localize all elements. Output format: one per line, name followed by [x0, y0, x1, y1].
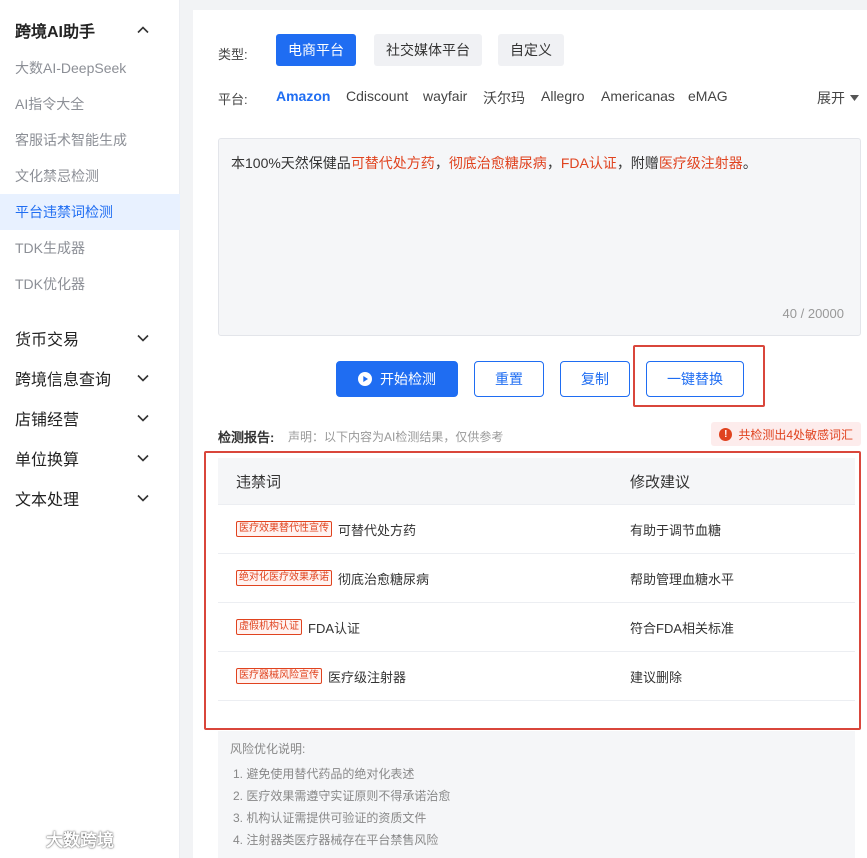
copy-button[interactable]: 复制 [560, 361, 630, 397]
sidebar-item-label: TDK生成器 [15, 240, 85, 256]
platform-emag[interactable]: eMAG [688, 88, 728, 104]
sidebar-group-currency[interactable]: 货币交易 [0, 320, 180, 356]
sidebar-item-deepseek[interactable]: 大数AI-DeepSeek [0, 50, 180, 86]
platform-americanas[interactable]: Americanas [601, 88, 675, 104]
type-custom-button[interactable]: 自定义 [498, 34, 564, 66]
expand-platforms-button[interactable]: 展开 [817, 88, 859, 108]
chevron-up-icon [137, 26, 149, 34]
highlight-box-table [204, 451, 861, 730]
sidebar-group-unit-convert[interactable]: 单位换算 [0, 440, 180, 476]
risk-item: 4. 注射器类医疗器械存在平台禁售风险 [233, 833, 439, 847]
report-title: 检测报告: [218, 430, 275, 445]
sidebar: 跨境AI助手 大数AI-DeepSeek AI指令大全 客服话术智能生成 文化禁… [0, 0, 180, 858]
start-check-button[interactable]: 开始检测 [336, 361, 458, 397]
sidebar-item-label: AI指令大全 [15, 96, 85, 112]
sidebar-item-label: 大数AI-DeepSeek [15, 60, 127, 76]
sensitive-word-highlight: 彻底治愈糖尿病 [448, 155, 547, 171]
sidebar-item-banned-words[interactable]: 平台违禁词检测 [0, 194, 180, 230]
chevron-down-icon [137, 494, 149, 502]
sidebar-group-label: 单位换算 [15, 452, 80, 469]
type-label: 类型: [218, 47, 248, 62]
text-segment: ， [434, 155, 449, 171]
sidebar-group-store[interactable]: 店铺经营 [0, 400, 180, 436]
text-segment: ， [546, 155, 561, 171]
chevron-down-icon [137, 414, 149, 422]
sidebar-group-label: 跨境AI助手 [15, 24, 96, 41]
sidebar-group-label: 跨境信息查询 [15, 372, 112, 389]
chevron-down-icon [137, 374, 149, 382]
report-disclaimer: 声明：以下内容为AI检测结果，仅供参考 [288, 430, 504, 444]
platform-allegro[interactable]: Allegro [541, 88, 585, 104]
sensitive-word-highlight: 可替代处方药 [350, 155, 435, 171]
sidebar-item-cs-scripts[interactable]: 客服话术智能生成 [0, 122, 180, 158]
text-segment: 。 [742, 155, 757, 171]
main-panel: 类型: 电商平台 社交媒体平台 自定义 平台: Amazon Cdiscount… [193, 0, 867, 858]
play-icon [358, 372, 372, 386]
caret-down-icon [850, 95, 859, 101]
expand-label: 展开 [817, 90, 845, 106]
reset-button[interactable]: 重置 [474, 361, 544, 397]
sidebar-item-label: TDK优化器 [15, 276, 85, 292]
risk-item: 2. 医疗效果需遵守实证原则不得承诺治愈 [233, 789, 451, 803]
sidebar-item-tdk-optimizer[interactable]: TDK优化器 [0, 266, 180, 302]
platform-walmart[interactable]: 沃尔玛 [483, 88, 525, 108]
risk-item: 3. 机构认证需提供可验证的资质文件 [233, 811, 427, 825]
sidebar-item-label: 平台违禁词检测 [15, 204, 113, 220]
watermark-text: 大数跨境 [46, 831, 114, 850]
sidebar-group-label: 文本处理 [15, 492, 80, 509]
type-ecommerce-button[interactable]: 电商平台 [276, 34, 356, 66]
risk-item: 1. 避免使用替代药品的绝对化表述 [233, 767, 415, 781]
sensitive-word-highlight: 医疗级注射器 [658, 155, 743, 171]
sidebar-item-label: 文化禁忌检测 [15, 168, 99, 184]
platform-label: 平台: [218, 92, 248, 107]
highlight-box-replace [633, 345, 765, 407]
sidebar-group-text[interactable]: 文本处理 [0, 480, 180, 516]
risk-notes: 风险优化说明: 1. 避免使用替代药品的绝对化表述 2. 医疗效果需遵守实证原则… [218, 731, 855, 858]
sidebar-group-info-query[interactable]: 跨境信息查询 [0, 360, 180, 396]
text-segment: 本100%天然保健品 [231, 155, 351, 171]
sensitive-word-highlight: FDA认证 [560, 155, 617, 171]
chevron-down-icon [137, 454, 149, 462]
text-segment: ，附赠 [616, 155, 659, 171]
sidebar-group-label: 货币交易 [15, 332, 80, 349]
sidebar-item-ai-prompts[interactable]: AI指令大全 [0, 86, 180, 122]
type-social-button[interactable]: 社交媒体平台 [374, 34, 482, 66]
risk-title: 风险优化说明: [230, 742, 306, 756]
platform-amazon[interactable]: Amazon [276, 88, 330, 104]
sensitive-count-alert: ! 共检测出4处敏感词汇 [711, 422, 861, 446]
logo-icon [8, 830, 39, 847]
chevron-down-icon [137, 334, 149, 342]
watermark-logo: 大数跨境 [8, 826, 114, 851]
textarea-content: 本100%天然保健品可替代处方药，彻底治愈糖尿病，FDA认证，附赠医疗级注射器。 [231, 153, 757, 173]
platform-wayfair[interactable]: wayfair [423, 88, 467, 104]
platform-cdiscount[interactable]: Cdiscount [346, 88, 408, 104]
content-textarea[interactable]: 本100%天然保健品可替代处方药，彻底治愈糖尿病，FDA认证，附赠医疗级注射器。… [218, 138, 861, 336]
sidebar-item-tdk-generator[interactable]: TDK生成器 [0, 230, 180, 266]
char-count: 40 / 20000 [782, 306, 844, 321]
sidebar-item-label: 客服话术智能生成 [15, 132, 127, 148]
alert-icon: ! [719, 427, 733, 441]
sidebar-item-culture-taboo[interactable]: 文化禁忌检测 [0, 158, 180, 194]
sidebar-group-ai-assistant[interactable]: 跨境AI助手 [0, 12, 180, 48]
top-divider [193, 0, 867, 10]
sidebar-group-label: 店铺经营 [15, 412, 80, 429]
start-check-label: 开始检测 [380, 371, 436, 387]
alert-text: 共检测出4处敏感词汇 [738, 427, 853, 442]
